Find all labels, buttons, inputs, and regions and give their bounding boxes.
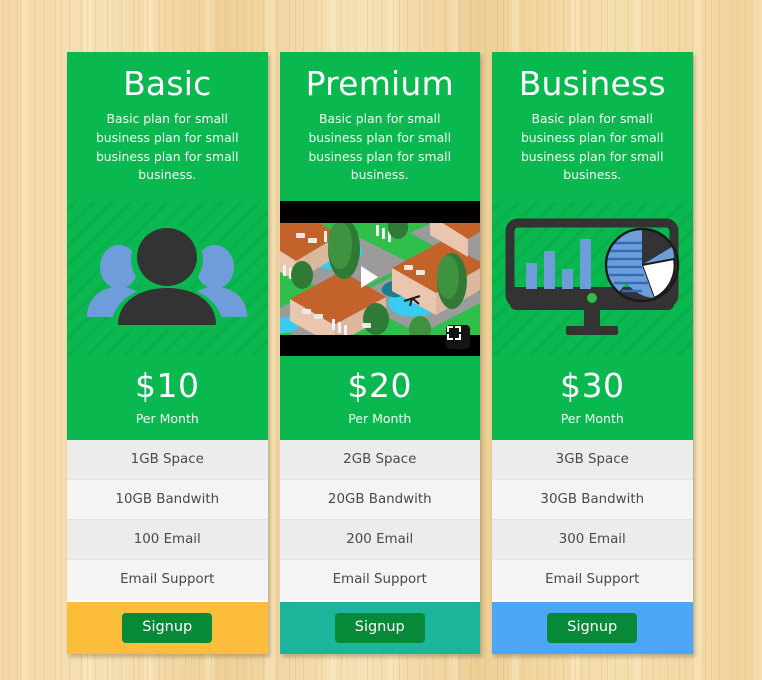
fullscreen-button[interactable]: [446, 325, 470, 350]
card-footer: Signup: [492, 602, 693, 654]
feature-item: 3GB Space: [492, 439, 693, 480]
card-footer: Signup: [67, 602, 268, 654]
plan-description: Basic plan for small business plan for s…: [520, 110, 664, 183]
analytics-monitor-icon: [505, 218, 680, 336]
card-header: Premium Basic plan for small business pl…: [279, 52, 480, 202]
plan-title: Business: [518, 64, 666, 103]
plan-period: Per Month: [348, 410, 412, 426]
plan-media-analytics-illustration: [492, 201, 693, 357]
price-block: $10 Per Month: [67, 356, 268, 440]
price-block: $30 Per Month: [492, 356, 693, 440]
feature-item: Email Support: [492, 559, 693, 600]
feature-item: 1GB Space: [67, 439, 268, 480]
pricing-card-basic[interactable]: Basic Basic plan for small business plan…: [67, 52, 268, 654]
play-button[interactable]: [351, 260, 409, 298]
feature-item: 30GB Bandwith: [492, 479, 693, 520]
plan-price: $30: [560, 366, 625, 406]
signup-button[interactable]: Signup: [122, 612, 213, 644]
card-header: Business Basic plan for small business p…: [492, 52, 693, 202]
plan-price: $20: [347, 366, 412, 406]
pricing-cards-row: Basic Basic plan for small business plan…: [67, 52, 693, 654]
plan-title: Basic: [123, 64, 212, 103]
plan-media-people-illustration: [67, 201, 268, 357]
plan-period: Per Month: [135, 410, 199, 426]
play-icon: [360, 265, 378, 288]
feature-list: 1GB Space 10GB Bandwith 100 Email Email …: [67, 439, 268, 602]
feature-list: 3GB Space 30GB Bandwith 300 Email Email …: [492, 439, 693, 602]
video-frame[interactable]: [279, 201, 480, 357]
plan-title: Premium: [305, 64, 454, 103]
feature-item: 100 Email: [67, 519, 268, 560]
feature-list: 2GB Space 20GB Bandwith 200 Email Email …: [279, 439, 480, 602]
card-footer: Signup: [279, 602, 480, 654]
feature-item: Email Support: [67, 559, 268, 600]
feature-item: 20GB Bandwith: [279, 479, 480, 520]
signup-button[interactable]: Signup: [547, 612, 638, 644]
card-header: Basic Basic plan for small business plan…: [67, 52, 268, 202]
feature-item: 300 Email: [492, 519, 693, 560]
people-group-icon: [87, 225, 248, 330]
price-block: $20 Per Month: [279, 356, 480, 440]
feature-item: 10GB Bandwith: [67, 479, 268, 520]
plan-description: Basic plan for small business plan for s…: [95, 110, 239, 183]
feature-item: 200 Email: [279, 519, 480, 560]
pricing-page-background: Basic Basic plan for small business plan…: [0, 0, 762, 680]
pricing-card-premium[interactable]: Premium Basic plan for small business pl…: [279, 52, 480, 654]
plan-period: Per Month: [560, 410, 624, 426]
plan-description: Basic plan for small business plan for s…: [308, 110, 452, 183]
plan-media-video-player[interactable]: [279, 201, 480, 357]
pricing-card-business[interactable]: Business Basic plan for small business p…: [492, 52, 693, 654]
plan-price: $10: [135, 366, 200, 406]
fullscreen-icon: [447, 326, 461, 341]
feature-item: 2GB Space: [279, 439, 480, 480]
feature-item: Email Support: [279, 559, 480, 600]
signup-button[interactable]: Signup: [334, 612, 425, 644]
